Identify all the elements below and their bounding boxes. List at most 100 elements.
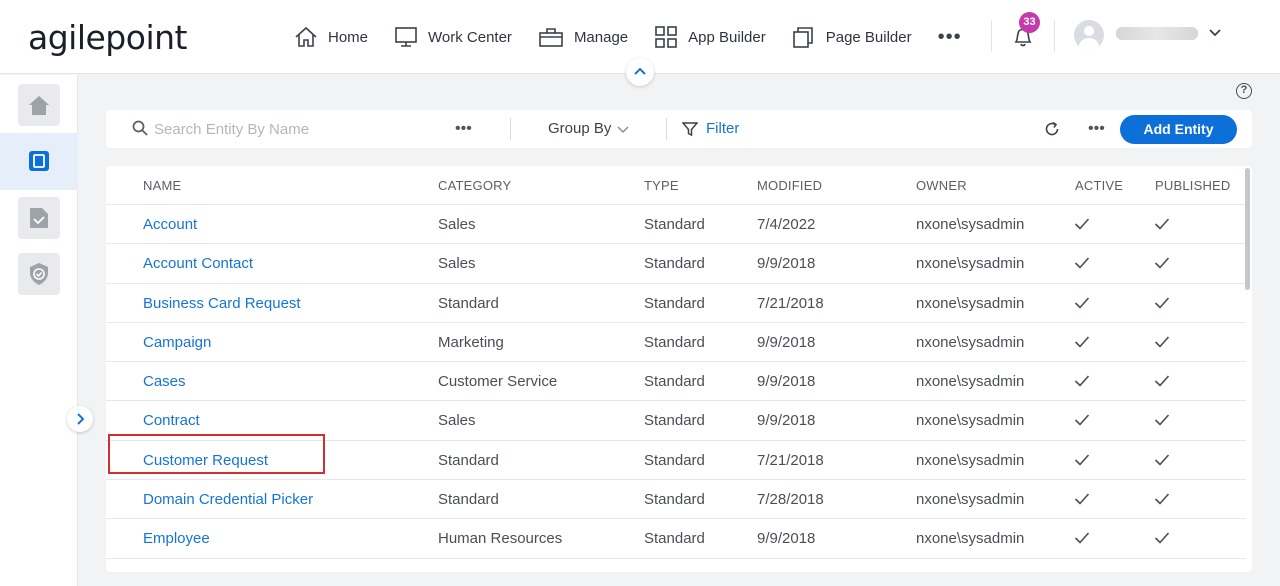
sidebar-item-tasks[interactable] bbox=[18, 197, 60, 239]
nav-page-builder-label: Page Builder bbox=[825, 28, 912, 46]
nav-app-builder-label: App Builder bbox=[688, 28, 766, 46]
entity-type: Standard bbox=[644, 216, 705, 233]
user-name-redacted[interactable] bbox=[1116, 27, 1198, 40]
entity-owner: nxone\sysadmin bbox=[916, 373, 1025, 391]
toolbar-more-button[interactable]: ••• bbox=[1088, 120, 1105, 138]
nav-more-button[interactable]: ••• bbox=[938, 27, 962, 47]
filter-button[interactable]: Filter bbox=[682, 120, 739, 137]
avatar[interactable] bbox=[1074, 20, 1104, 50]
published-check-icon bbox=[1154, 531, 1170, 550]
chevron-right-icon bbox=[77, 413, 85, 425]
refresh-icon[interactable] bbox=[1044, 121, 1060, 137]
nav-work-center[interactable]: Work Center bbox=[394, 26, 512, 48]
monitor-icon bbox=[395, 27, 417, 47]
entity-type: Standard bbox=[644, 294, 705, 312]
entity-owner: nxone\sysadmin bbox=[916, 530, 1025, 548]
active-check-icon bbox=[1074, 374, 1090, 393]
help-icon[interactable]: ? bbox=[1236, 83, 1252, 99]
group-by-label: Group By bbox=[548, 120, 612, 137]
sidebar-item-home[interactable] bbox=[18, 84, 60, 126]
entity-modified: 9/9/2018 bbox=[757, 333, 816, 351]
filter-icon bbox=[682, 121, 698, 136]
column-header-category[interactable]: CATEGORY bbox=[438, 178, 511, 193]
published-check-icon bbox=[1154, 256, 1170, 275]
column-header-published[interactable]: PUBLISHED bbox=[1155, 178, 1231, 193]
nav-page-builder[interactable]: Page Builder bbox=[792, 26, 912, 48]
published-check-icon bbox=[1154, 413, 1170, 432]
entity-modified: 9/9/2018 bbox=[757, 255, 816, 273]
entity-category: Standard bbox=[438, 491, 499, 509]
table-row[interactable]: Account Sales Standard 7/4/2022 nxone\sysadm… bbox=[106, 205, 1246, 245]
entity-category: Standard bbox=[438, 570, 499, 572]
table-row[interactable]: Employee Human Resources Standard 9/9/2018 n… bbox=[106, 519, 1246, 559]
column-header-type[interactable]: TYPE bbox=[644, 178, 679, 193]
chevron-down-icon[interactable] bbox=[1208, 26, 1222, 40]
entity-modified: 9/9/2018 bbox=[757, 412, 816, 430]
entity-name-link[interactable]: Domain Credential Picker bbox=[143, 491, 313, 508]
sidebar-item-entities[interactable] bbox=[18, 140, 60, 182]
entity-name-link[interactable]: Account bbox=[143, 216, 197, 233]
table-row[interactable]: Account Contact Sales Standard 9/9/2018 nxon… bbox=[106, 244, 1246, 284]
notification-badge: 33 bbox=[1019, 12, 1040, 33]
published-check-icon bbox=[1154, 492, 1170, 511]
table-scrollbar[interactable] bbox=[1243, 166, 1252, 572]
toolbar-divider bbox=[510, 118, 511, 140]
entity-owner: nxone\sysadmin bbox=[916, 216, 1025, 233]
scrollbar-thumb[interactable] bbox=[1245, 168, 1250, 290]
nav-home[interactable]: Home bbox=[294, 26, 368, 48]
entity-modified: 7/28/2018 bbox=[757, 491, 824, 509]
table-row[interactable]: Cases Customer Service Standard 9/9/2018 nxo… bbox=[106, 362, 1246, 402]
published-check-icon bbox=[1154, 296, 1170, 315]
entity-name-link[interactable]: Customer Request bbox=[143, 452, 268, 469]
column-header-name[interactable]: NAME bbox=[143, 178, 181, 193]
group-by-dropdown[interactable]: Group By bbox=[548, 120, 629, 137]
entity-type: Standard bbox=[644, 255, 705, 273]
entity-name-link[interactable]: Contract bbox=[143, 412, 200, 429]
entity-name-link[interactable]: Campaign bbox=[143, 334, 211, 351]
entity-category: Standard bbox=[438, 294, 499, 312]
published-check-icon bbox=[1154, 335, 1170, 354]
nav-manage[interactable]: Manage bbox=[538, 26, 628, 48]
table-row[interactable]: Contract Sales Standard 9/9/2018 nxone\sysad… bbox=[106, 401, 1246, 441]
entity-name-link[interactable]: Cases bbox=[143, 373, 186, 390]
active-check-icon bbox=[1074, 296, 1090, 315]
active-check-icon bbox=[1074, 335, 1090, 354]
entity-owner: nxone\sysadmin bbox=[916, 255, 1025, 273]
column-header-active[interactable]: ACTIVE bbox=[1075, 178, 1123, 193]
table-row[interactable]: Business Card Request Standard Standard 7/2… bbox=[106, 284, 1246, 323]
entity-type: Standard bbox=[644, 412, 705, 430]
entity-category: Marketing bbox=[438, 333, 504, 351]
nav-manage-label: Manage bbox=[573, 28, 629, 46]
column-header-modified[interactable]: MODIFIED bbox=[757, 178, 822, 193]
collapse-header-button[interactable] bbox=[626, 58, 654, 86]
entity-category: Standard bbox=[438, 451, 499, 469]
table-row[interactable]: Employee Exit Interview Standard Standard 7… bbox=[106, 559, 1246, 572]
published-check-icon bbox=[1154, 571, 1170, 572]
nav-app-builder[interactable]: App Builder bbox=[654, 26, 766, 48]
entity-name-link[interactable]: Employee Exit Interview bbox=[143, 570, 303, 572]
entity-category: Sales bbox=[438, 412, 476, 430]
entity-category: Customer Service bbox=[438, 373, 558, 391]
entity-name-link[interactable]: Employee bbox=[143, 530, 210, 547]
active-check-icon bbox=[1074, 413, 1090, 432]
grid-icon bbox=[655, 26, 677, 48]
search-input[interactable] bbox=[154, 119, 444, 139]
column-header-owner[interactable]: OWNER bbox=[916, 178, 967, 193]
app-logo[interactable]: agilepoint bbox=[28, 18, 187, 57]
chevron-up-icon bbox=[634, 67, 646, 75]
entity-owner: nxone\sysadmin bbox=[916, 412, 1025, 430]
add-entity-button[interactable]: Add Entity bbox=[1120, 115, 1237, 144]
entity-type: Standard bbox=[644, 333, 705, 351]
table-row[interactable]: Customer Request Standard Standard 7/21/201… bbox=[106, 441, 1246, 481]
table-row[interactable]: Campaign Marketing Standard 9/9/2018 nxone\s… bbox=[106, 323, 1246, 363]
expand-sidebar-button[interactable] bbox=[67, 406, 93, 432]
entity-owner: nxone\sysadmin bbox=[916, 294, 1025, 312]
table-row[interactable]: Domain Credential Picker Standard Standard… bbox=[106, 480, 1246, 520]
sidebar-item-security[interactable] bbox=[18, 253, 60, 295]
search-more-button[interactable]: ••• bbox=[455, 120, 472, 138]
entity-name-link[interactable]: Account Contact bbox=[143, 255, 253, 272]
entity-name-link[interactable]: Business Card Request bbox=[143, 295, 301, 312]
published-check-icon bbox=[1154, 453, 1170, 472]
entity-toolbar: ••• Group By Filter ••• Add Entity bbox=[106, 110, 1252, 148]
active-check-icon bbox=[1074, 256, 1090, 275]
